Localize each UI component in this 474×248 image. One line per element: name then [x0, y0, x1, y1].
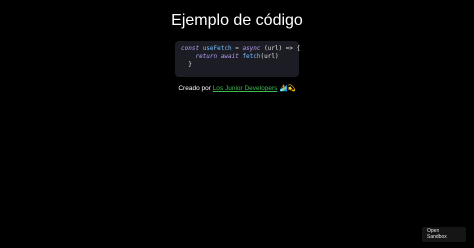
code-keyword-return: return: [195, 53, 218, 60]
credit-link[interactable]: Los Junior Developers: [213, 85, 278, 92]
code-params: (url) => {: [260, 45, 301, 52]
open-sandbox-button[interactable]: Open Sandbox: [422, 227, 466, 242]
code-line-3: }: [181, 61, 192, 68]
code-block: const useFetch = async (url) => { return…: [175, 41, 300, 77]
credit-emoji: 🏄💫: [277, 84, 296, 92]
code-operator: =: [231, 45, 243, 52]
code-keyword-const: const: [181, 45, 200, 52]
code-function-name: useFetch: [202, 45, 232, 52]
open-sandbox-label-line2: Sandbox: [427, 234, 447, 240]
code-keyword-await: await: [220, 53, 239, 60]
credit-prefix: Creado por: [178, 85, 213, 92]
page-title: Ejemplo de código: [171, 12, 303, 29]
code-fetch-args: (url): [260, 53, 279, 60]
code-line-2: return await fetch(url): [181, 53, 293, 61]
code-fetch-call: fetch: [238, 53, 261, 60]
code-keyword-async: async: [242, 45, 261, 52]
code-line-1: const useFetch = async (url) => {: [181, 45, 300, 53]
credit-line: Creado por Los Junior Developers 🏄💫: [0, 84, 474, 92]
